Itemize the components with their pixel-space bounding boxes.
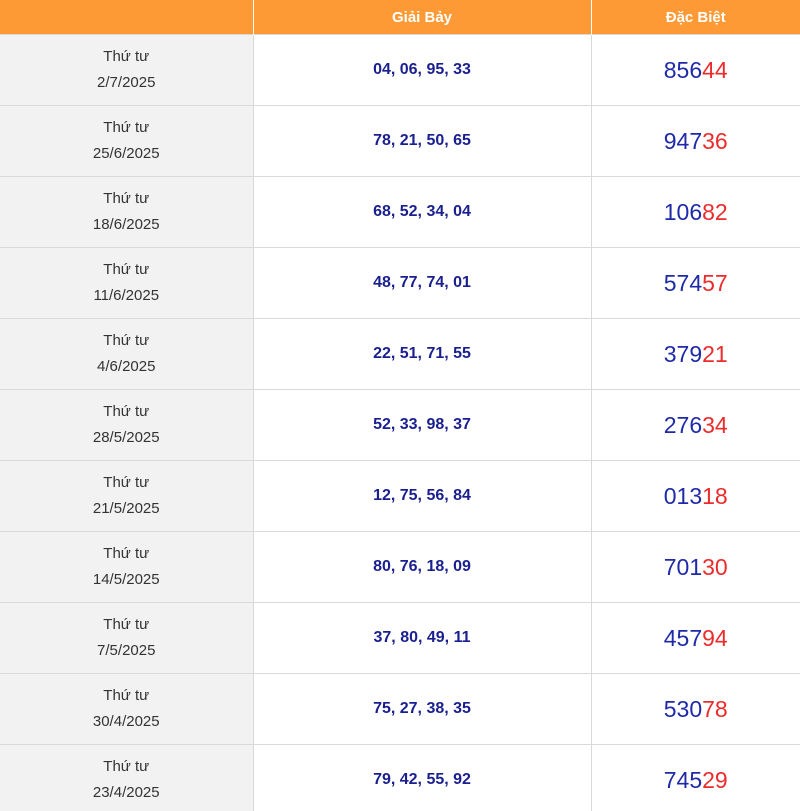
table-row: Thứ tư 14/5/2025 80, 76, 18, 09 70130 bbox=[0, 531, 800, 603]
draw-date: 23/4/2025 bbox=[92, 784, 160, 801]
table-row: Thứ tư 23/4/2025 79, 42, 55, 92 74529 bbox=[0, 744, 800, 811]
table-header-row: Giải Bảy Đặc Biệt bbox=[0, 0, 800, 35]
table-row: Thứ tư 28/5/2025 52, 33, 98, 37 27634 bbox=[0, 389, 800, 461]
draw-date-cell: Thứ tư 25/6/2025 bbox=[0, 105, 253, 177]
dac-biet-head: 947 bbox=[663, 127, 703, 154]
giai-bay-numbers: 37, 80, 49, 11 bbox=[252, 602, 591, 674]
giai-bay-numbers: 12, 75, 56, 84 bbox=[252, 460, 591, 532]
draw-date: 2/7/2025 bbox=[97, 74, 156, 91]
draw-date-cell: Thứ tư 23/4/2025 bbox=[0, 744, 253, 811]
draw-date: 4/6/2025 bbox=[97, 358, 156, 375]
dac-biet-number: 70130 bbox=[590, 531, 800, 603]
dac-biet-number: 45794 bbox=[590, 602, 800, 674]
draw-date-cell: Thứ tư 30/4/2025 bbox=[0, 673, 253, 745]
table-row: Thứ tư 18/6/2025 68, 52, 34, 04 10682 bbox=[0, 176, 800, 248]
weekday-label: Thứ tư bbox=[103, 190, 150, 207]
table-row: Thứ tư 25/6/2025 78, 21, 50, 65 94736 bbox=[0, 105, 800, 177]
draw-date: 7/5/2025 bbox=[97, 642, 156, 659]
dac-biet-number: 94736 bbox=[590, 105, 800, 177]
table-row: Thứ tư 7/5/2025 37, 80, 49, 11 45794 bbox=[0, 602, 800, 674]
dac-biet-number: 74529 bbox=[590, 744, 800, 811]
draw-date: 21/5/2025 bbox=[92, 500, 160, 517]
draw-date: 18/6/2025 bbox=[92, 216, 160, 233]
header-dac-biet: Đặc Biệt bbox=[590, 0, 800, 35]
giai-bay-numbers: 80, 76, 18, 09 bbox=[252, 531, 591, 603]
dac-biet-number: 37921 bbox=[590, 318, 800, 390]
weekday-label: Thứ tư bbox=[103, 687, 150, 704]
draw-date-cell: Thứ tư 21/5/2025 bbox=[0, 460, 253, 532]
dac-biet-head: 106 bbox=[663, 198, 703, 225]
dac-biet-number: 85644 bbox=[590, 34, 800, 106]
dac-biet-tail: 18 bbox=[702, 482, 728, 509]
table-row: Thứ tư 11/6/2025 48, 77, 74, 01 57457 bbox=[0, 247, 800, 319]
draw-date-cell: Thứ tư 2/7/2025 bbox=[0, 34, 253, 106]
dac-biet-head: 013 bbox=[663, 482, 703, 509]
giai-bay-numbers: 52, 33, 98, 37 bbox=[252, 389, 591, 461]
lottery-results-table: Giải Bảy Đặc Biệt Thứ tư 2/7/2025 04, 06, … bbox=[0, 0, 800, 811]
draw-date-cell: Thứ tư 4/6/2025 bbox=[0, 318, 253, 390]
dac-biet-head: 701 bbox=[663, 553, 703, 580]
weekday-label: Thứ tư bbox=[103, 474, 150, 491]
giai-bay-numbers: 78, 21, 50, 65 bbox=[252, 105, 591, 177]
dac-biet-head: 457 bbox=[663, 624, 703, 651]
dac-biet-number: 27634 bbox=[590, 389, 800, 461]
dac-biet-tail: 82 bbox=[702, 198, 728, 225]
table-row: Thứ tư 21/5/2025 12, 75, 56, 84 01318 bbox=[0, 460, 800, 532]
dac-biet-tail: 78 bbox=[702, 695, 728, 722]
giai-bay-numbers: 68, 52, 34, 04 bbox=[252, 176, 591, 248]
dac-biet-tail: 21 bbox=[702, 340, 728, 367]
dac-biet-head: 574 bbox=[663, 269, 703, 296]
dac-biet-head: 856 bbox=[663, 56, 703, 83]
weekday-label: Thứ tư bbox=[103, 119, 150, 136]
table-row: Thứ tư 30/4/2025 75, 27, 38, 35 53078 bbox=[0, 673, 800, 745]
weekday-label: Thứ tư bbox=[103, 403, 150, 420]
dac-biet-tail: 34 bbox=[702, 411, 728, 438]
weekday-label: Thứ tư bbox=[103, 616, 150, 633]
dac-biet-head: 276 bbox=[663, 411, 703, 438]
dac-biet-tail: 44 bbox=[702, 56, 728, 83]
dac-biet-head: 530 bbox=[663, 695, 703, 722]
draw-date: 30/4/2025 bbox=[92, 713, 160, 730]
dac-biet-number: 57457 bbox=[590, 247, 800, 319]
dac-biet-number: 01318 bbox=[590, 460, 800, 532]
giai-bay-numbers: 79, 42, 55, 92 bbox=[252, 744, 591, 811]
weekday-label: Thứ tư bbox=[103, 545, 150, 562]
draw-date-cell: Thứ tư 11/6/2025 bbox=[0, 247, 253, 319]
draw-date: 14/5/2025 bbox=[92, 571, 160, 588]
dac-biet-tail: 29 bbox=[702, 766, 728, 793]
table-row: Thứ tư 4/6/2025 22, 51, 71, 55 37921 bbox=[0, 318, 800, 390]
dac-biet-tail: 94 bbox=[702, 624, 728, 651]
table-row: Thứ tư 2/7/2025 04, 06, 95, 33 85644 bbox=[0, 34, 800, 106]
dac-biet-head: 745 bbox=[663, 766, 703, 793]
weekday-label: Thứ tư bbox=[103, 758, 150, 775]
dac-biet-tail: 30 bbox=[702, 553, 728, 580]
weekday-label: Thứ tư bbox=[103, 332, 150, 349]
giai-bay-numbers: 48, 77, 74, 01 bbox=[252, 247, 591, 319]
draw-date-cell: Thứ tư 18/6/2025 bbox=[0, 176, 253, 248]
weekday-label: Thứ tư bbox=[103, 48, 150, 65]
giai-bay-numbers: 04, 06, 95, 33 bbox=[252, 34, 591, 106]
weekday-label: Thứ tư bbox=[103, 261, 150, 278]
dac-biet-number: 53078 bbox=[590, 673, 800, 745]
dac-biet-tail: 36 bbox=[702, 127, 728, 154]
dac-biet-tail: 57 bbox=[702, 269, 728, 296]
dac-biet-number: 10682 bbox=[590, 176, 800, 248]
header-giai-bay: Giải Bảy bbox=[252, 0, 591, 35]
draw-date: 28/5/2025 bbox=[92, 429, 160, 446]
dac-biet-head: 379 bbox=[663, 340, 703, 367]
draw-date-cell: Thứ tư 7/5/2025 bbox=[0, 602, 253, 674]
draw-date: 25/6/2025 bbox=[92, 145, 160, 162]
draw-date: 11/6/2025 bbox=[93, 287, 160, 304]
draw-date-cell: Thứ tư 14/5/2025 bbox=[0, 531, 253, 603]
giai-bay-numbers: 75, 27, 38, 35 bbox=[252, 673, 591, 745]
draw-date-cell: Thứ tư 28/5/2025 bbox=[0, 389, 253, 461]
giai-bay-numbers: 22, 51, 71, 55 bbox=[252, 318, 591, 390]
header-date bbox=[0, 0, 253, 35]
